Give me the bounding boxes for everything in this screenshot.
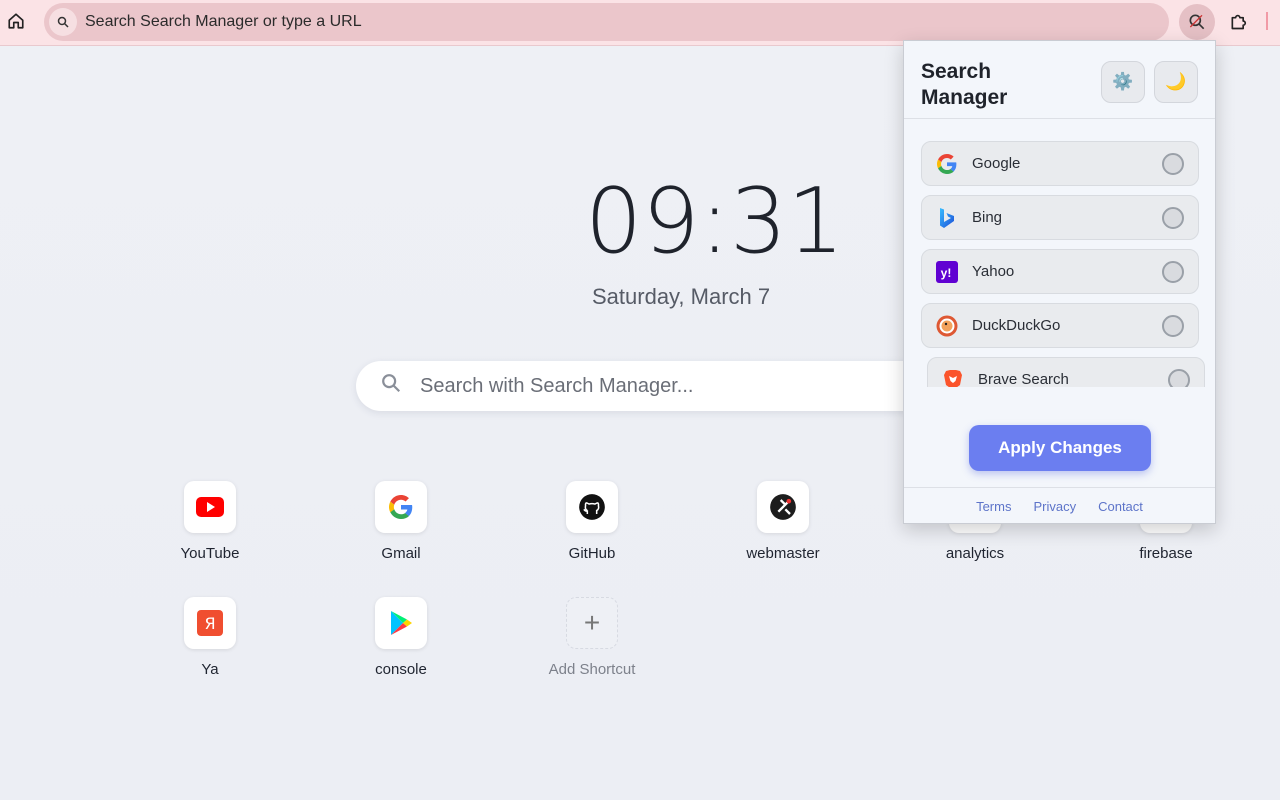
newtab-search-input[interactable] [420,374,900,398]
engine-radio[interactable] [1168,369,1190,387]
shortcut-label: YouTube [180,545,240,562]
shortcut-github[interactable]: GitHub [522,481,662,562]
plus-icon: + [566,597,618,649]
terms-link[interactable]: Terms [976,499,1011,514]
shortcut-label: firebase [1139,545,1193,562]
engine-yahoo[interactable]: y! Yahoo [921,249,1199,294]
duckduckgo-icon [935,314,959,338]
privacy-link[interactable]: Privacy [1033,499,1076,514]
clock-date: Saturday, March 7 [592,284,771,309]
settings-button[interactable]: ⚙️ [1101,61,1145,103]
add-shortcut-label: Add Shortcut [548,661,636,678]
search-manager-extension-icon [1189,14,1205,30]
toolbar-divider [1266,12,1268,30]
shortcut-gmail[interactable]: Gmail [331,481,471,562]
popup-footer: Terms Privacy Contact [904,487,1215,523]
extensions-button[interactable] [1225,7,1253,35]
theme-toggle-button[interactable]: 🌙 [1154,61,1198,103]
moon-icon: 🌙 [1165,72,1187,91]
add-shortcut-button[interactable]: + Add Shortcut [522,597,662,678]
google-icon [935,152,959,176]
shortcut-label: GitHub [568,545,616,562]
engine-name: Bing [972,209,1003,226]
engine-name: Google [972,155,1021,172]
search-manager-popup: Search Manager ⚙️ 🌙 Google Bing y! Yahoo… [903,40,1216,524]
shortcut-label: console [375,661,427,678]
gear-icon: ⚙️ [1112,72,1134,91]
address-bar-text: Search Search Manager or type a URL [85,13,362,30]
engine-radio[interactable] [1162,207,1184,229]
engine-google[interactable]: Google [921,141,1199,186]
youtube-icon [184,481,236,533]
engine-duckduckgo[interactable]: DuckDuckGo [921,303,1199,348]
google-icon [375,481,427,533]
engine-name: Brave Search [978,371,1069,387]
engine-name: Yahoo [972,263,1015,280]
home-button[interactable] [4,9,28,33]
yahoo-icon: y! [935,260,959,284]
engine-radio[interactable] [1162,261,1184,283]
shortcut-label: Gmail [381,545,421,562]
bing-icon [935,206,959,230]
engine-radio[interactable] [1162,153,1184,175]
home-icon [8,13,24,29]
svg-text:Я: Я [204,614,215,633]
address-bar[interactable]: Search Search Manager or type a URL [44,3,1169,41]
puzzle-icon [1231,14,1247,30]
shortcut-label: Ya [201,661,219,678]
engine-list[interactable]: Google Bing y! Yahoo DuckDuckGo Brave Se… [904,133,1215,387]
shortcut-console[interactable]: console [331,597,471,678]
engine-brave-search[interactable]: Brave Search [927,357,1205,387]
newtab-search-box [356,361,976,411]
contact-link[interactable]: Contact [1098,499,1143,514]
yandex-icon: Я [184,597,236,649]
clock-time: 09:31 [585,169,845,274]
github-icon [566,481,618,533]
engine-radio[interactable] [1162,315,1184,337]
shortcut-ya[interactable]: Я Ya [140,597,280,678]
popup-header: Search Manager ⚙️ 🌙 [904,41,1215,119]
shortcut-label: analytics [945,545,1005,562]
popup-title: Search Manager [921,60,1008,109]
shortcut-youtube[interactable]: YouTube [140,481,280,562]
engine-bing[interactable]: Bing [921,195,1199,240]
svg-text:y!: y! [941,266,952,280]
brave-icon [941,368,965,387]
search-icon [49,8,77,36]
magnifier-icon [380,372,402,400]
shortcut-label: webmaster [746,545,820,562]
shortcut-webmaster[interactable]: webmaster [713,481,853,562]
google-play-icon [375,597,427,649]
search-manager-extension-button[interactable] [1179,4,1215,40]
webmaster-icon [757,481,809,533]
apply-changes-button[interactable]: Apply Changes [969,425,1151,471]
engine-name: DuckDuckGo [972,317,1061,334]
